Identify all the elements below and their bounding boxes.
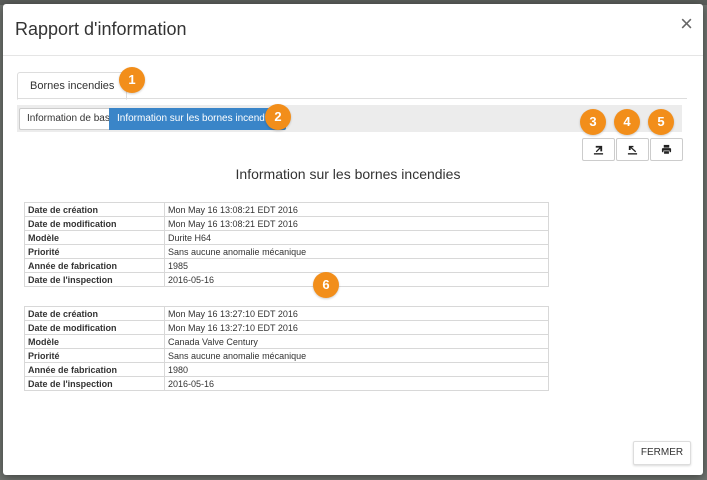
field-value: Sans aucune anomalie mécanique [164,348,549,363]
field-value: 1980 [164,362,549,377]
field-value: Canada Valve Century [164,334,549,349]
table-row: Priorité Sans aucune anomalie mécanique [24,244,549,259]
export-button[interactable] [582,138,615,161]
table-row: Date de création Mon May 16 13:27:10 EDT … [24,306,549,321]
field-label: Année de fabrication [24,258,165,273]
table-row: Date de l'inspection 2016-05-16 [24,376,549,391]
field-label: Modèle [24,334,165,349]
table-row: Date de création Mon May 16 13:08:21 EDT … [24,202,549,217]
table-row: Année de fabrication 1980 [24,362,549,377]
table-row: Date de l'inspection 2016-05-16 [24,272,549,287]
field-value: 2016-05-16 [164,376,549,391]
toggle-basic-info[interactable]: Information de base [19,108,124,130]
field-value: Mon May 16 13:27:10 EDT 2016 [164,320,549,335]
callout-badge-3: 3 [580,109,606,135]
field-label: Date de l'inspection [24,272,165,287]
field-value: Durite H64 [164,230,549,245]
field-value: Mon May 16 13:27:10 EDT 2016 [164,306,549,321]
print-button[interactable] [650,138,683,161]
close-dialog-button[interactable]: FERMER [633,441,691,465]
table-row: Modèle Durite H64 [24,230,549,245]
field-label: Priorité [24,244,165,259]
export-excel-button[interactable] [616,138,649,161]
field-label: Date de création [24,202,165,217]
information-report-dialog: Rapport d'information × Bornes incendies… [3,4,703,475]
field-label: Modèle [24,230,165,245]
dialog-title: Rapport d'information [15,19,187,39]
field-label: Date de création [24,306,165,321]
hydrant-record-table-1: Date de création Mon May 16 13:08:21 EDT … [24,202,549,287]
table-row: Date de modification Mon May 16 13:08:21 … [24,216,549,231]
callout-badge-6: 6 [313,272,339,298]
field-label: Année de fabrication [24,362,165,377]
close-icon[interactable]: × [680,13,693,35]
callout-badge-2: 2 [265,104,291,130]
export-icon [593,145,604,155]
callout-badge-1: 1 [119,67,145,93]
field-label: Date de l'inspection [24,376,165,391]
callout-badge-5: 5 [648,109,674,135]
field-value: Sans aucune anomalie mécanique [164,244,549,259]
print-icon [661,144,672,155]
table-row: Date de modification Mon May 16 13:27:10 … [24,320,549,335]
field-value: Mon May 16 13:08:21 EDT 2016 [164,216,549,231]
field-value: 1985 [164,258,549,273]
table-row: Priorité Sans aucune anomalie mécanique [24,348,549,363]
tabs-divider [17,98,687,99]
export-excel-icon [627,145,638,155]
field-label: Date de modification [24,216,165,231]
header-divider [3,55,703,56]
hydrant-record-table-2: Date de création Mon May 16 13:27:10 EDT … [24,306,549,391]
tab-bornes-incendies[interactable]: Bornes incendies [17,72,128,100]
field-value: Mon May 16 13:08:21 EDT 2016 [164,202,549,217]
callout-badge-4: 4 [614,109,640,135]
field-label: Date de modification [24,320,165,335]
table-row: Année de fabrication 1985 [24,258,549,273]
field-value: 2016-05-16 [164,272,549,287]
toggle-hydrant-info[interactable]: Information sur les bornes incendies [109,108,286,130]
table-row: Modèle Canada Valve Century [24,334,549,349]
section-title: Information sur les bornes incendies [235,166,461,182]
field-label: Priorité [24,348,165,363]
